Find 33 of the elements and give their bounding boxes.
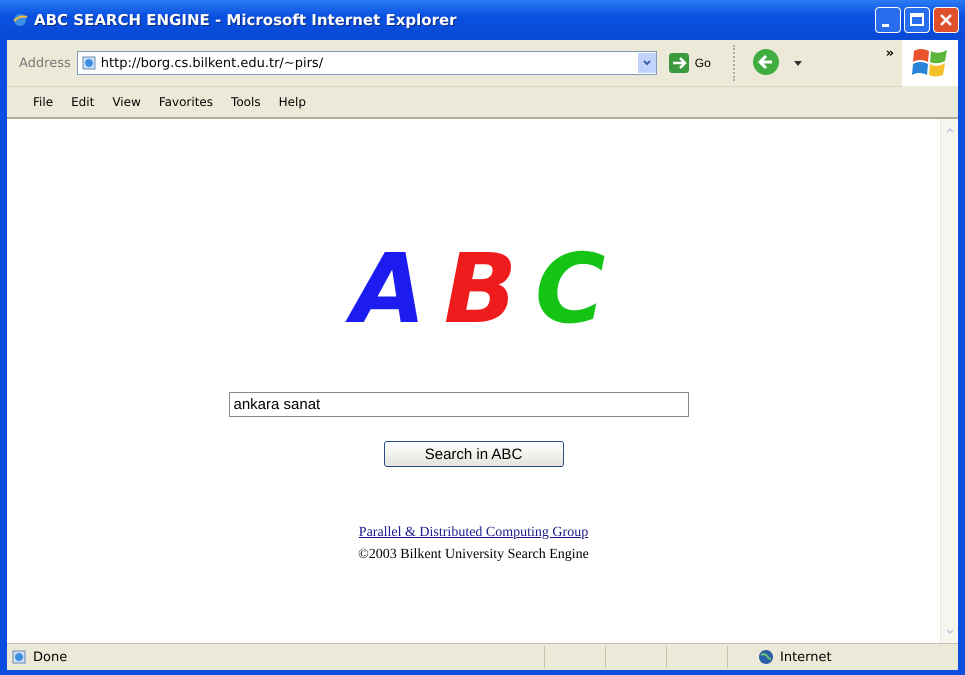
logo-letter: A — [348, 234, 440, 344]
group-link[interactable]: Parallel & Distributed Computing Group — [358, 525, 588, 541]
menu-item[interactable]: Tools — [231, 95, 261, 109]
maximize-button[interactable] — [904, 7, 930, 33]
zone-text: Internet — [780, 650, 832, 664]
dropdown-button[interactable] — [638, 53, 656, 73]
search-button[interactable]: Search in ABC — [384, 441, 564, 467]
menu-item[interactable]: Favorites — [158, 95, 214, 109]
more-button[interactable]: » — [886, 46, 894, 61]
menu-item[interactable]: File — [33, 95, 54, 109]
logo-letter: C — [534, 234, 606, 344]
address-label: Address — [19, 56, 71, 70]
minimize-icon — [882, 24, 888, 26]
address-field[interactable]: http://borg.cs.bilkent.edu.tr/~pirs/ — [76, 51, 657, 75]
globe-icon — [758, 649, 774, 665]
menu-item[interactable]: Edit — [71, 95, 94, 109]
page-icon — [80, 55, 97, 71]
arrow-right-icon — [668, 53, 689, 73]
search-field[interactable]: ankara sanat — [228, 392, 688, 417]
logo-letter: B — [442, 234, 518, 344]
go-button[interactable]: Go — [662, 53, 717, 73]
chevron-down-icon — [642, 58, 652, 68]
browser-icon — [12, 12, 28, 28]
minimize-button[interactable] — [875, 7, 901, 33]
page-icon — [11, 649, 27, 665]
status-text: Done — [33, 650, 68, 664]
copyright-text: ©2003 Bilkent University Search Engine — [358, 547, 589, 563]
caret-icon[interactable] — [794, 60, 802, 66]
close-button[interactable] — [933, 7, 959, 33]
window-title: ABC SEARCH ENGINE - Microsoft Internet Explorer — [34, 11, 457, 29]
menu-item[interactable]: Help — [278, 95, 306, 109]
menu-item[interactable]: View — [112, 95, 141, 109]
arrow-left-icon — [752, 48, 780, 76]
